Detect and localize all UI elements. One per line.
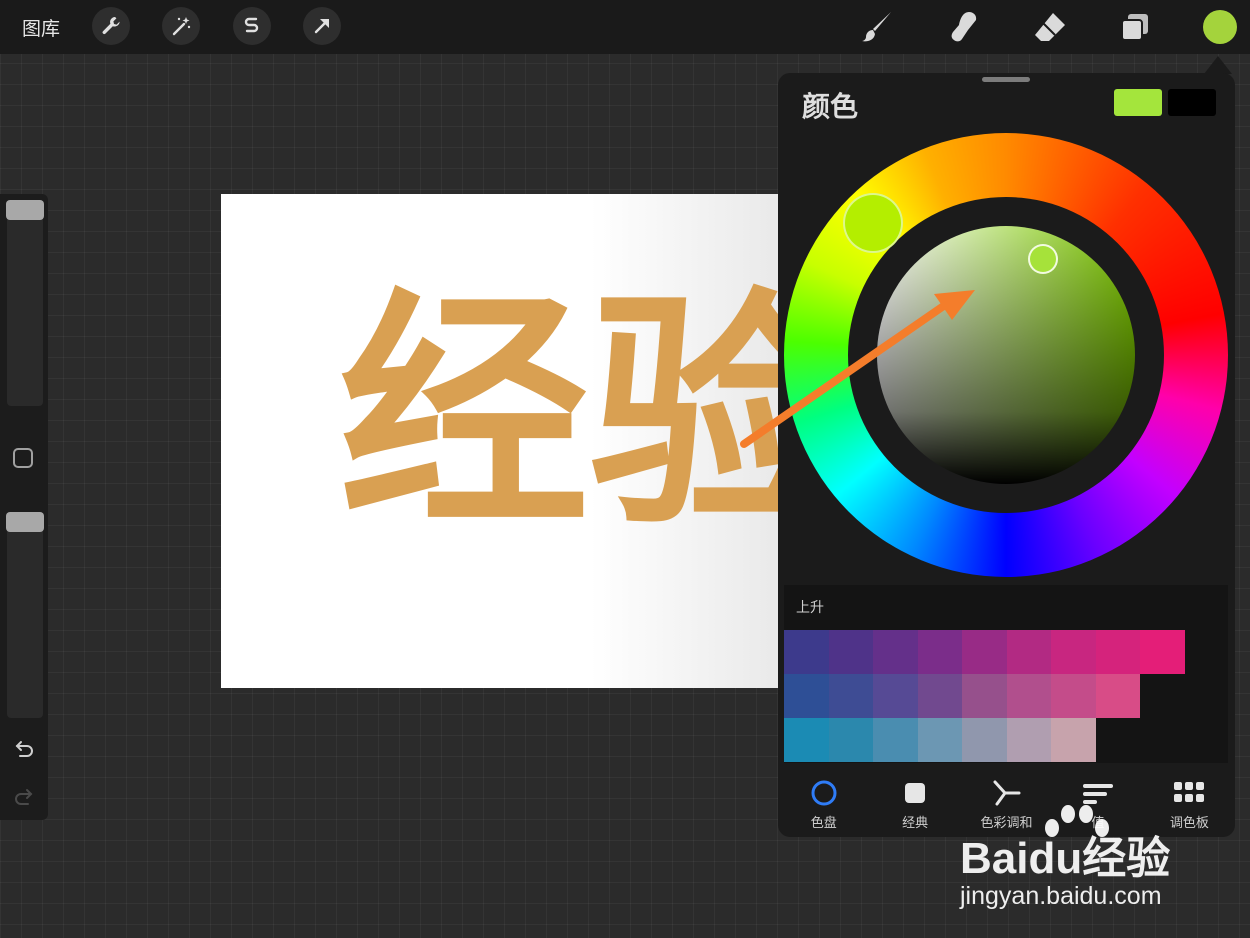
palette-swatch[interactable] (1006, 718, 1051, 762)
palette-swatch[interactable] (873, 718, 918, 762)
palette-row (784, 630, 1185, 674)
tab-label: 经典 (902, 816, 929, 831)
palette-swatch[interactable] (917, 630, 962, 674)
brush-size-slider[interactable] (7, 200, 43, 406)
canvas-document[interactable]: 经验 (221, 194, 781, 688)
brush-button[interactable] (858, 8, 898, 46)
palette-swatch[interactable] (1051, 630, 1096, 674)
opacity-slider[interactable] (7, 512, 43, 718)
palette-swatch[interactable] (1095, 674, 1140, 718)
smudge-button[interactable] (943, 8, 983, 46)
eraser-button[interactable] (1030, 8, 1070, 46)
palette-swatch[interactable] (917, 718, 962, 762)
actions-button[interactable] (92, 7, 130, 45)
secondary-color-swatch[interactable] (1168, 89, 1216, 116)
palette-swatch[interactable] (873, 674, 918, 718)
popover-caret (1204, 56, 1232, 74)
panel-grabber[interactable] (982, 77, 1030, 82)
redo-icon (15, 789, 33, 805)
palette-swatch[interactable] (1051, 674, 1096, 718)
undo-icon (15, 741, 33, 757)
palette-swatch[interactable] (784, 630, 829, 674)
palette-grid-icon (1174, 782, 1205, 802)
watermark-url: jingyan.baidu.com (960, 882, 1162, 910)
color-button[interactable] (1203, 10, 1237, 44)
tab-label: 调色板 (1169, 816, 1209, 831)
adjustments-button[interactable] (162, 7, 200, 45)
layers-button[interactable] (1115, 8, 1155, 46)
tab-palettes[interactable]: 调色板 (1144, 769, 1235, 837)
tab-label: 色彩调和 (980, 816, 1033, 831)
palette-swatch[interactable] (1051, 718, 1096, 762)
undo-button[interactable] (11, 736, 37, 762)
disc-icon (811, 780, 837, 806)
palette-swatch[interactable] (1006, 630, 1051, 674)
palette-swatch[interactable] (828, 630, 873, 674)
palette-swatch[interactable] (1006, 674, 1051, 718)
palette-row (784, 674, 1140, 718)
panel-title: 颜色 (802, 90, 859, 123)
gallery-button[interactable]: 图库 (22, 14, 60, 41)
tab-label: 色盘 (810, 816, 837, 831)
brush-size-handle[interactable] (6, 200, 44, 220)
eraser-icon (1035, 13, 1065, 41)
selection-button[interactable] (233, 7, 271, 45)
palette-swatch[interactable] (917, 674, 962, 718)
modify-button[interactable] (13, 448, 33, 468)
canvas-text: 经验 (339, 268, 781, 559)
magic-wand-icon (172, 17, 191, 36)
palette-swatch[interactable] (828, 674, 873, 718)
harmony-icon (993, 780, 1021, 806)
transform-button[interactable] (303, 7, 341, 45)
palette-swatch[interactable] (784, 674, 829, 718)
square-icon (905, 783, 926, 803)
wrench-icon (102, 17, 120, 35)
palette-swatch[interactable] (828, 718, 873, 762)
palette-swatch[interactable] (1140, 630, 1185, 674)
layers-icon (1121, 14, 1148, 41)
palette-swatch[interactable] (962, 674, 1007, 718)
opacity-handle[interactable] (6, 512, 44, 532)
top-toolbar: 图库 (0, 0, 1250, 54)
smudge-finger-icon (951, 12, 977, 42)
color-panel: 颜色 上升 色盘 经典 色彩调和 值 调色板 (778, 73, 1235, 837)
palette-name: 上升 (796, 600, 824, 616)
palette-swatch[interactable] (962, 718, 1007, 762)
saturation-handle[interactable] (1028, 244, 1058, 274)
palette-swatch[interactable] (1095, 630, 1140, 674)
color-mode-tabs: 色盘 经典 色彩调和 值 调色板 (778, 769, 1235, 837)
palette-row (784, 718, 1096, 762)
saturation-brightness-disc[interactable] (877, 226, 1135, 484)
palette-swatch[interactable] (962, 630, 1007, 674)
palette-swatch[interactable] (784, 718, 829, 762)
left-sidebar (0, 194, 48, 820)
palette-swatch[interactable] (873, 630, 918, 674)
transform-arrow-icon (314, 19, 329, 34)
primary-color-swatch[interactable] (1114, 89, 1162, 116)
value-bars-icon (1082, 784, 1113, 804)
palette-section: 上升 (784, 585, 1228, 763)
redo-button[interactable] (11, 784, 37, 810)
tab-classic[interactable]: 经典 (869, 769, 960, 837)
brush-icon (862, 12, 891, 42)
tab-value[interactable]: 值 (1052, 769, 1143, 837)
tab-label: 值 (1091, 816, 1105, 831)
hue-handle[interactable] (843, 193, 903, 253)
tab-harmony[interactable]: 色彩调和 (961, 769, 1052, 837)
selection-s-icon (244, 17, 259, 33)
tab-disc[interactable]: 色盘 (778, 769, 869, 837)
